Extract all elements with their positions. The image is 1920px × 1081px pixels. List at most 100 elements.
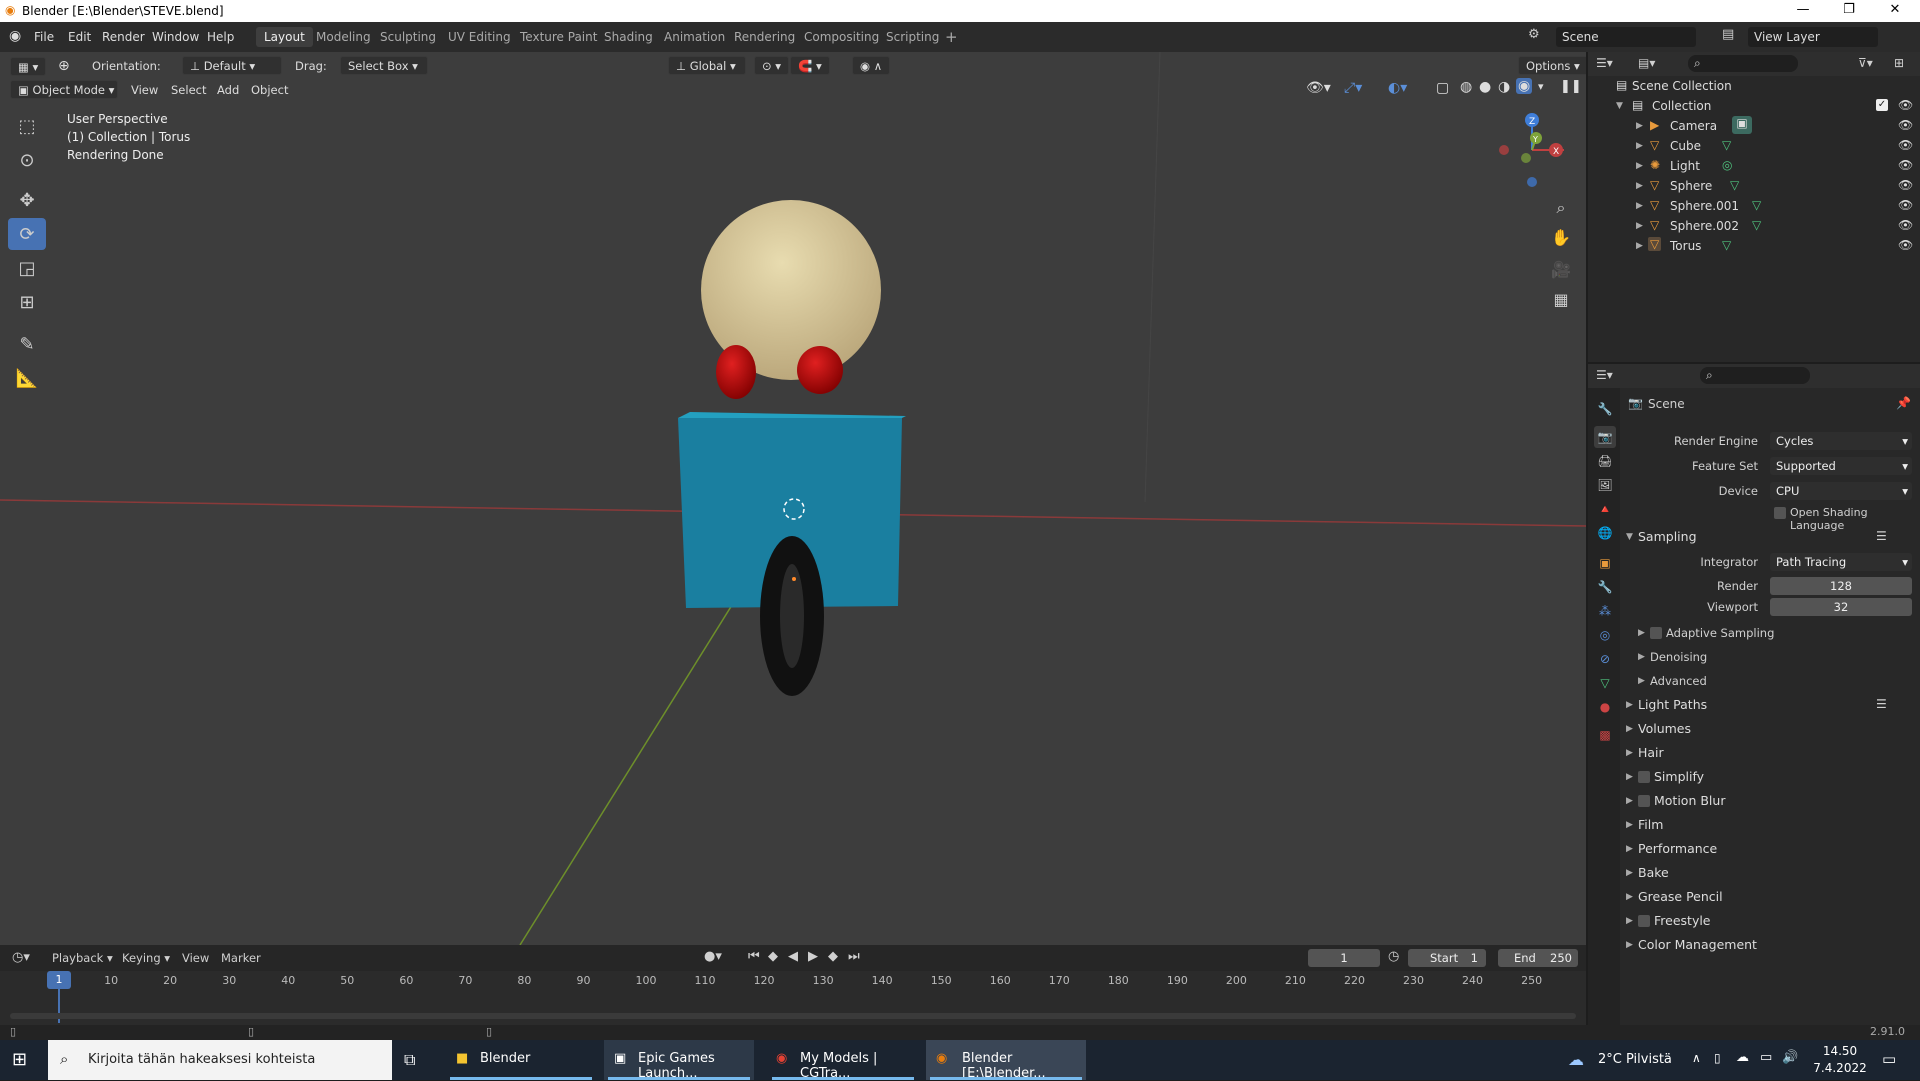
render-samples-field[interactable]: 128 [1770,577,1912,595]
mode-dropdown[interactable]: ▣ Object Mode ▾ [10,80,118,99]
tab-sculpting[interactable]: Sculpting [372,27,444,47]
jump-end-icon[interactable]: ⏭ [848,949,860,964]
expand-icon[interactable]: ▶ [1626,772,1633,782]
scale-tool-icon[interactable]: ◲ [8,252,46,284]
menu-edit[interactable]: Edit [68,30,91,44]
shading-solid-icon[interactable]: ● [1479,79,1491,95]
menu-window[interactable]: Window [152,30,199,44]
expand-icon[interactable]: ▶ [1638,628,1645,638]
viewport-menu-object[interactable]: Object [251,83,288,97]
menu-render[interactable]: Render [102,30,145,44]
weather-icon[interactable]: ☁ [1568,1050,1584,1069]
volume-icon[interactable]: 🔊 [1782,1050,1798,1065]
tab-rendering[interactable]: Rendering [726,27,803,47]
simplify-panel[interactable]: Simplify [1654,769,1704,784]
viewport-menu-view[interactable]: View [131,83,158,97]
outliner-root[interactable]: ▤ Scene Collection [1588,76,1920,96]
feature-set-dropdown[interactable]: Supported ▾ [1770,457,1912,475]
timeline-menu-keying[interactable]: Keying ▾ [122,951,170,965]
next-keyframe-icon[interactable]: ◆ [828,949,838,964]
taskbar-search[interactable]: ⌕ Kirjoita tähän hakeaksesi kohteista [48,1040,392,1080]
tab-modeling[interactable]: Modeling [308,27,379,47]
color-management-panel[interactable]: Color Management [1638,937,1757,952]
tool-tab-icon[interactable]: 🔧 [1594,398,1616,420]
advanced-label[interactable]: Advanced [1650,674,1707,688]
taskbar-app-blender[interactable]: ◉ Blender [E:\Blender... [926,1040,1086,1081]
expand-icon[interactable]: ▶ [1636,161,1643,171]
eye-icon[interactable]: 👁 [1898,118,1913,132]
tab-animation[interactable]: Animation [656,27,733,47]
new-collection-icon[interactable]: ⊞ [1894,56,1904,70]
data-tab-icon[interactable]: ▽ [1594,672,1616,694]
texture-tab-icon[interactable]: ▩ [1594,724,1616,746]
hair-panel[interactable]: Hair [1638,745,1664,760]
expand-icon[interactable]: ▶ [1626,916,1633,926]
expand-icon[interactable]: ▶ [1636,221,1643,231]
timeline-menu-marker[interactable]: Marker [221,951,261,965]
gizmo-toggle-icon[interactable]: ⤢▾ [1344,80,1362,96]
camera-view-icon[interactable]: 🎥 [1546,260,1576,290]
outliner-item-sphere-002[interactable]: ▶ ▽ Sphere.002 ▽ 👁 [1588,216,1920,236]
prev-keyframe-icon[interactable]: ◆ [768,949,778,964]
expand-icon[interactable]: ▶ [1638,652,1645,662]
motion-blur-checkbox[interactable] [1638,795,1650,807]
zoom-view-icon[interactable]: ⌕ [1546,198,1576,228]
eye-icon[interactable]: 👁 [1898,238,1913,252]
outliner-item-torus[interactable]: ▶ ▽ Torus ▽ 👁 [1588,236,1920,256]
network-icon[interactable]: ▭ [1760,1050,1772,1065]
end-frame-field[interactable]: End 250 [1498,949,1578,967]
expand-icon[interactable]: ▶ [1636,241,1643,251]
expand-icon[interactable]: ▶ [1626,820,1633,830]
physics-tab-icon[interactable]: ◎ [1594,624,1616,646]
properties-search[interactable]: ⌕ [1700,367,1810,384]
timeline-menu-view[interactable]: View [182,951,209,965]
outliner-item-sphere[interactable]: ▶ ▽ Sphere ▽ 👁 [1588,176,1920,196]
measure-tool-icon[interactable]: 📐 [8,362,46,394]
start-frame-field[interactable]: Start 1 [1408,949,1486,967]
tab-shading[interactable]: Shading [596,27,661,47]
film-panel[interactable]: Film [1638,817,1663,832]
expand-icon[interactable]: ▶ [1636,201,1643,211]
expand-icon[interactable]: ▶ [1626,796,1633,806]
expand-icon[interactable]: ▶ [1626,748,1633,758]
outliner-item-sphere-001[interactable]: ▶ ▽ Sphere.001 ▽ 👁 [1588,196,1920,216]
cursor-tool-icon[interactable]: ⊙ [8,144,46,176]
shading-wireframe-icon[interactable]: ◍ [1460,79,1472,95]
volumes-panel[interactable]: Volumes [1638,721,1691,736]
expand-icon[interactable]: ▶ [1626,700,1633,710]
current-frame-field[interactable]: 1 [1308,949,1380,967]
restore-button[interactable]: ❐ [1834,2,1864,17]
perspective-toggle-icon[interactable]: ▦ [1546,290,1576,320]
simplify-checkbox[interactable] [1638,771,1650,783]
windows-start-icon[interactable]: ⊞ [12,1049,27,1070]
pin-icon[interactable]: 📌 [1896,396,1911,410]
play-reverse-icon[interactable]: ◀ [788,949,798,964]
presets-icon[interactable]: ☰ [1876,529,1887,543]
denoising-label[interactable]: Denoising [1650,650,1707,664]
eye-icon[interactable]: 👁 [1898,178,1913,192]
modifier-tab-icon[interactable]: 🔧 [1594,576,1616,598]
expand-icon[interactable]: ▶ [1626,724,1633,734]
eye-icon[interactable]: 👁 [1898,138,1913,152]
mesh-data-icon[interactable]: ▽ [1752,198,1761,212]
scene-selector[interactable]: Scene [1556,27,1696,47]
sphere-002-object[interactable] [797,346,843,394]
add-workspace-icon[interactable]: + [945,28,958,46]
playhead[interactable]: 1 [47,971,71,989]
outliner-editor-icon[interactable]: ☰▾ [1596,56,1613,70]
camera-data-icon[interactable]: ▣ [1732,116,1752,134]
grease-pencil-panel[interactable]: Grease Pencil [1638,889,1723,904]
preview-range-icon[interactable]: ◷ [1388,949,1399,964]
mesh-data-icon[interactable]: ▽ [1722,238,1731,252]
viewport-menu-add[interactable]: Add [217,83,239,97]
orientation-dropdown[interactable]: ⊥ Default ▾ [182,56,282,75]
particles-tab-icon[interactable]: ⁂ [1594,600,1616,622]
integrator-dropdown[interactable]: Path Tracing ▾ [1770,553,1912,571]
output-tab-icon[interactable]: 🖨 [1594,450,1616,472]
play-icon[interactable]: ▶ [808,949,818,964]
jump-start-icon[interactable]: ⏮ [748,949,760,964]
snap-toggle[interactable]: 🧲 ▾ [790,56,830,75]
object-tab-icon[interactable]: ▣ [1594,552,1616,574]
menu-help[interactable]: Help [207,30,234,44]
tray-device-icon[interactable]: ▯ [1714,1051,1721,1065]
